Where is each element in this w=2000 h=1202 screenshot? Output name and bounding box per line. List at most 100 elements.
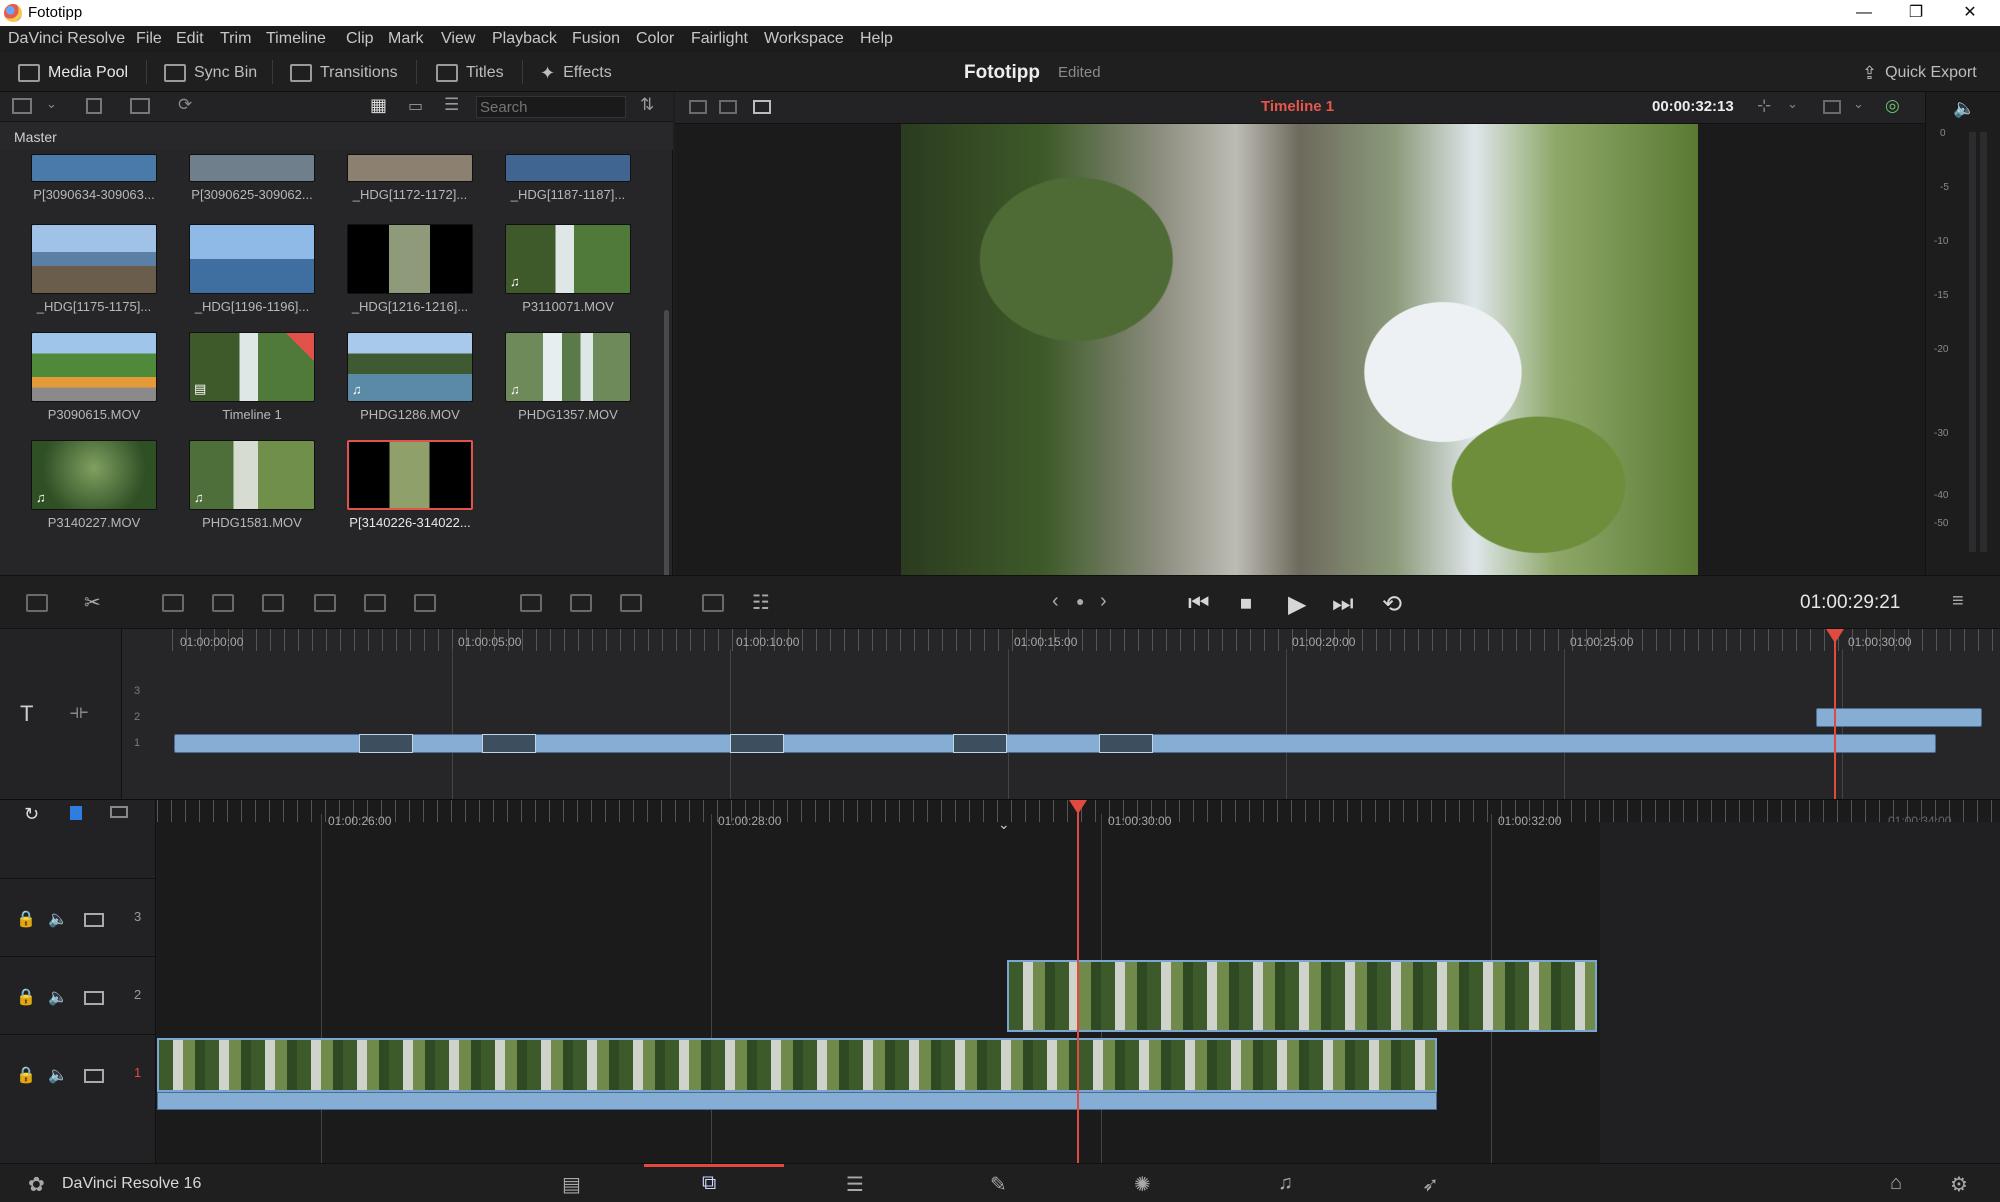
clip-v1[interactable]: [157, 1038, 1437, 1092]
title-tool-icon[interactable]: T: [20, 701, 33, 727]
append-icon[interactable]: [414, 594, 436, 612]
menu-mark[interactable]: Mark: [388, 30, 424, 48]
viewer-mode-icon[interactable]: [689, 100, 707, 114]
menu-color[interactable]: Color: [636, 30, 674, 48]
new-bin-icon[interactable]: [130, 98, 150, 114]
speaker-icon[interactable]: 🔈: [48, 1065, 68, 1085]
clip-thumbnail[interactable]: _HDG[1216-1216]...: [347, 224, 473, 314]
menu-trim[interactable]: Trim: [220, 30, 251, 48]
razor-icon[interactable]: ✂: [84, 590, 101, 615]
effects-button[interactable]: ✦ Effects: [540, 60, 612, 86]
fusion-page-icon[interactable]: ✎: [990, 1172, 1007, 1197]
search-input[interactable]: [476, 96, 626, 118]
sort-icon[interactable]: ⇅: [640, 95, 654, 115]
speaker-icon[interactable]: 🔈: [1953, 98, 1975, 119]
speaker-icon[interactable]: 🔈: [48, 987, 68, 1007]
marker-icon[interactable]: [110, 806, 128, 818]
output-icon[interactable]: [1823, 100, 1841, 114]
clip-v2[interactable]: [1007, 960, 1597, 1032]
monitor-icon[interactable]: [84, 1069, 104, 1083]
insert-clip-icon[interactable]: [162, 594, 184, 612]
close-button[interactable]: ✕: [1942, 0, 1998, 26]
clip-thumbnail[interactable]: _HDG[1172-1172]...: [347, 154, 473, 202]
playhead-marker-icon[interactable]: [1069, 800, 1087, 814]
monitor-icon[interactable]: [84, 913, 104, 927]
trim-tool-icon[interactable]: ⟛: [70, 701, 88, 724]
menu-timeline[interactable]: Timeline: [266, 30, 326, 48]
clip-v1-audio[interactable]: [157, 1092, 1437, 1110]
clip-thumbnail[interactable]: ♫ PHDG1581.MOV: [189, 440, 315, 530]
playhead-marker-icon[interactable]: [1826, 629, 1844, 643]
next-clip-icon[interactable]: ›: [1100, 590, 1107, 613]
clip-thumbnail[interactable]: ♫ PHDG1357.MOV: [505, 332, 631, 422]
sidebar-toggle-icon[interactable]: [12, 98, 32, 114]
lock-icon[interactable]: 🔒: [16, 1065, 36, 1085]
menu-playback[interactable]: Playback: [492, 30, 557, 48]
play-icon[interactable]: ▶: [1288, 590, 1306, 619]
transition-marker[interactable]: [482, 734, 536, 753]
edit-page-icon[interactable]: ☰: [846, 1172, 864, 1197]
ripple-icon[interactable]: [520, 594, 542, 612]
media-page-icon[interactable]: ▤: [562, 1172, 581, 1197]
source-overwrite-icon[interactable]: [620, 594, 642, 612]
quick-export-button[interactable]: ⇪ Quick Export: [1862, 60, 1977, 86]
menu-view[interactable]: View: [441, 30, 475, 48]
skip-end-icon[interactable]: ⏭: [1332, 590, 1354, 618]
menu-fairlight[interactable]: Fairlight: [691, 30, 748, 48]
cut-page-icon[interactable]: ⧉: [702, 1172, 716, 1195]
skip-start-icon[interactable]: ⏮: [1188, 590, 1210, 618]
clip-thumbnail[interactable]: P[3090625-309062...: [189, 154, 315, 202]
gear-icon[interactable]: ⚙: [1950, 1172, 1968, 1197]
lock-icon[interactable]: 🔒: [16, 987, 36, 1007]
chevron-down-icon[interactable]: ⌄: [1853, 96, 1864, 112]
chevron-down-icon[interactable]: ⌄: [998, 816, 1010, 833]
transform-icon[interactable]: ⊹: [1757, 96, 1771, 116]
upper-clip-v1[interactable]: [174, 734, 1936, 753]
sync-bin-button[interactable]: Sync Bin: [164, 60, 257, 86]
transitions-button[interactable]: Transitions: [290, 60, 398, 86]
transition-marker[interactable]: [953, 734, 1007, 753]
timeline-thumbnail[interactable]: ▤ Timeline 1: [189, 332, 315, 422]
lock-icon[interactable]: 🔒: [16, 909, 36, 929]
minimize-button[interactable]: —: [1836, 0, 1892, 26]
fit-to-fill-icon[interactable]: [314, 594, 336, 612]
flag-icon[interactable]: [70, 806, 82, 820]
bin-header[interactable]: Master: [0, 122, 673, 150]
clip-thumbnail[interactable]: ♫ P3140227.MOV: [31, 440, 157, 530]
menu-workspace[interactable]: Workspace: [764, 30, 844, 48]
chevron-down-icon[interactable]: ⌄: [46, 96, 57, 112]
color-page-icon[interactable]: ✺: [1134, 1172, 1151, 1197]
timeline-view-icon[interactable]: [26, 594, 48, 612]
monitor-icon[interactable]: [84, 991, 104, 1005]
viewer-mode-icon[interactable]: [719, 100, 737, 114]
media-pool-button[interactable]: Media Pool: [18, 60, 128, 86]
marker-dot-icon[interactable]: ●: [1076, 593, 1084, 609]
transition-marker[interactable]: [359, 734, 413, 753]
chevron-down-icon[interactable]: ⌄: [1787, 96, 1798, 112]
home-icon[interactable]: ⌂: [1890, 1172, 1902, 1195]
upper-playhead[interactable]: [1834, 633, 1836, 799]
overwrite-clip-icon[interactable]: [212, 594, 234, 612]
deliver-page-icon[interactable]: ➶: [1422, 1172, 1439, 1197]
clip-thumbnail[interactable]: ♫ PHDG1286.MOV: [347, 332, 473, 422]
fairlight-page-icon[interactable]: ♫: [1278, 1172, 1293, 1195]
menu-davinci-resolve[interactable]: DaVinci Resolve: [8, 30, 125, 48]
menu-icon[interactable]: ≡: [1952, 590, 1964, 613]
grid-view-icon[interactable]: ▦: [370, 95, 387, 116]
titles-button[interactable]: Titles: [436, 60, 504, 86]
transition-marker[interactable]: [1099, 734, 1153, 753]
color-wheel-icon[interactable]: ◎: [1885, 96, 1900, 116]
snapping-icon[interactable]: ↻: [24, 804, 39, 825]
lower-playhead[interactable]: [1077, 800, 1079, 1164]
menu-fusion[interactable]: Fusion: [572, 30, 620, 48]
menu-help[interactable]: Help: [860, 30, 893, 48]
clip-thumbnail[interactable]: _HDG[1196-1196]...: [189, 224, 315, 314]
clip-thumbnail-selected[interactable]: P[3140226-314022...: [347, 440, 473, 530]
stop-icon[interactable]: ⏹: [1240, 590, 1252, 618]
clip-thumbnail[interactable]: _HDG[1187-1187]...: [505, 154, 631, 202]
replace-clip-icon[interactable]: [262, 594, 284, 612]
prev-clip-icon[interactable]: ‹: [1052, 590, 1059, 613]
sync-icon[interactable]: ⟳: [178, 95, 192, 115]
clip-thumbnail[interactable]: P3090615.MOV: [31, 332, 157, 422]
place-on-top-icon[interactable]: [364, 594, 386, 612]
